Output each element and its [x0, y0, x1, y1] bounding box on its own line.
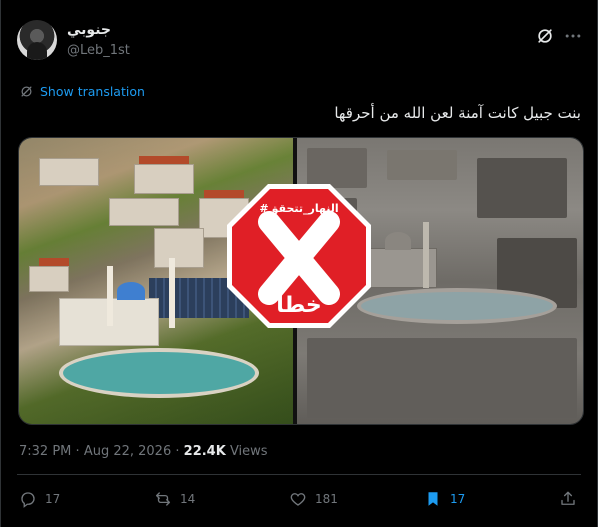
fact-check-stamp: #النهار_تتحقق خطأ	[227, 184, 371, 328]
share-button[interactable]	[559, 490, 577, 508]
tweet-text: بنت جبيل كانت آمنة لعن الله من أحرقها	[334, 104, 581, 122]
rubble-image	[477, 158, 567, 218]
heart-icon	[290, 493, 306, 506]
tweet-header: جنوبي @Leb_1st	[17, 18, 583, 64]
building-image	[134, 164, 194, 194]
tweet-date[interactable]: Aug 22, 2026	[84, 444, 171, 459]
bookmark-icon	[428, 492, 438, 506]
like-button[interactable]: 181	[289, 490, 338, 508]
views-count[interactable]: 22.4K	[184, 444, 226, 459]
avatar[interactable]	[17, 20, 57, 60]
building-image	[29, 266, 69, 292]
dome-image	[117, 282, 145, 300]
meta-separator: ·	[75, 444, 80, 459]
building-image	[154, 228, 204, 268]
views-label: Views	[229, 444, 268, 459]
action-bar: 17 14 181 17	[19, 490, 581, 514]
minaret-image	[423, 222, 429, 288]
building-image	[39, 158, 99, 186]
stamp-verdict: خطأ	[276, 289, 322, 318]
pool-image	[59, 348, 259, 398]
repost-icon	[155, 492, 171, 506]
show-translation-label: Show translation	[40, 83, 145, 99]
tweet-card: جنوبي @Leb_1st Show translation بنت جبيل…	[0, 0, 598, 527]
tweet-meta: 7:32 PM · Aug 22, 2026 · 22.4K Views	[19, 444, 268, 459]
tweet-media[interactable]: #النهار_تتحقق خطأ	[18, 137, 584, 425]
roof-image	[39, 258, 69, 266]
building-image	[109, 198, 179, 226]
show-translation-link[interactable]: Show translation	[19, 82, 145, 100]
rubble-image	[307, 338, 577, 418]
more-options-icon[interactable]	[563, 26, 583, 46]
roof-image	[139, 156, 189, 164]
repost-button[interactable]: 14	[154, 490, 195, 508]
meta-separator: ·	[175, 444, 180, 459]
repost-count: 14	[180, 492, 196, 506]
minaret-image	[107, 266, 113, 326]
share-icon	[561, 491, 575, 505]
rubble-image	[387, 150, 457, 180]
bookmark-count: 17	[450, 492, 466, 506]
divider	[17, 474, 581, 475]
pool-image	[357, 288, 557, 324]
grok-icon	[21, 86, 32, 96]
like-count: 181	[315, 492, 338, 506]
display-name[interactable]: جنوبي	[67, 22, 111, 38]
dome-image	[385, 232, 411, 250]
reply-button[interactable]: 17	[19, 490, 60, 508]
grok-icon[interactable]	[535, 26, 555, 46]
reply-icon	[21, 492, 35, 508]
bookmark-button[interactable]: 17	[424, 490, 465, 508]
user-handle[interactable]: @Leb_1st	[67, 43, 130, 58]
reply-count: 17	[45, 492, 61, 506]
minaret-image	[169, 258, 175, 328]
tweet-time[interactable]: 7:32 PM	[19, 444, 71, 459]
